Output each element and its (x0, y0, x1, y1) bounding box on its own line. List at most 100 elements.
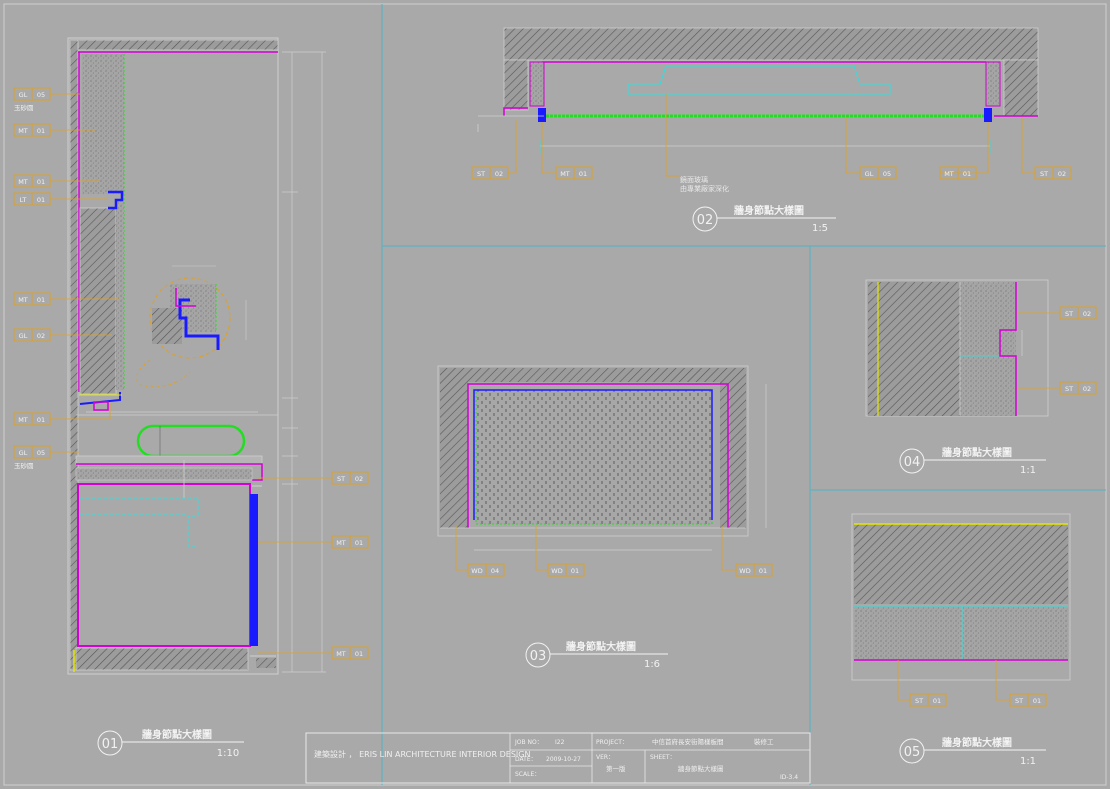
material-tag: ST 01 (995, 660, 1047, 707)
tag-subtext: 玉砂圆 (14, 461, 34, 470)
material-tag: WD 04 (455, 526, 505, 577)
tag-number: 01 (963, 170, 971, 178)
cad-drawing-sheet: GL 05玉砂圆MT 01MT 01LT 01MT 01GL 02MT 01GL 05玉砂圆ST… (3, 3, 1107, 786)
sheet-value: 牆身節點大樣圖 (678, 764, 724, 773)
tag-code: ST (1015, 697, 1023, 705)
detail-01-drawing (67, 37, 326, 675)
material-tag: ST 01 (897, 660, 947, 707)
tag-code: MT (18, 127, 28, 135)
material-tag: WD 01 (535, 526, 585, 577)
tag-number: 05 (883, 170, 891, 178)
tag-code: GL (865, 170, 874, 178)
detail-number: 05 (904, 745, 921, 760)
tag-number: 01 (759, 567, 767, 575)
tag-number: 01 (1033, 697, 1041, 705)
detail-scale: 1:1 (1020, 465, 1036, 476)
tag-code: GL (19, 332, 28, 340)
company-name: 建築設計 ， ERIS LIN ARCHITECTURE INTERIOR DE… (314, 749, 530, 759)
ver-value: 第一版 (606, 764, 626, 773)
tag-number: 01 (37, 296, 45, 304)
tag-number: 01 (37, 178, 45, 186)
date-label: DATE： (515, 756, 537, 763)
material-tag: ST 02 (471, 120, 517, 180)
tag-code: MT (18, 178, 28, 186)
tag-number: 04 (491, 567, 499, 575)
note-line-1: 鏡面玻璃 (680, 175, 708, 184)
tag-number: 02 (1083, 310, 1091, 318)
tag-number: 01 (37, 127, 45, 135)
tag-code: MT (944, 170, 954, 178)
detail-title-text: 牆身節點大樣圖 (734, 204, 804, 217)
detail-number: 01 (102, 737, 119, 752)
detail-title-05: 05 牆身節點大樣圖 1:1 (899, 736, 1046, 767)
detail-scale: 1:1 (1020, 756, 1036, 767)
date-value: 2009-10-27 (546, 756, 581, 763)
tag-code: LT (20, 196, 27, 204)
sheet-label: SHEET： (650, 754, 676, 761)
tag-subtext: 玉砂圆 (14, 103, 34, 112)
tag-number: 01 (355, 539, 363, 547)
tag-code: MT (336, 650, 346, 658)
material-tag: ST 02 (1018, 381, 1097, 395)
material-tag: MT 01 (541, 122, 593, 180)
detail-title-text: 牆身節點大樣圖 (566, 640, 636, 653)
material-tag: ST 02 (1021, 118, 1072, 180)
project-value: 中信首府長安街陽樣板間 (652, 737, 724, 746)
detail-title-text: 牆身節點大樣圖 (942, 446, 1012, 459)
tag-number: 01 (355, 650, 363, 658)
tag-code: ST (1040, 170, 1048, 178)
detail-number: 02 (697, 213, 714, 228)
detail-05-drawing (851, 513, 1071, 681)
material-tag: ST 02 (1018, 306, 1097, 320)
material-tag: LT 01 (13, 192, 108, 206)
detail-02-note: 鏡面玻璃 由專業廠家深化 (665, 94, 729, 193)
tag-code: ST (1065, 310, 1073, 318)
material-tag: ST 02 (258, 471, 369, 485)
material-tag: MT 01 (258, 535, 369, 549)
tag-code: ST (477, 170, 485, 178)
job-no-label: JOB NO： (514, 739, 543, 746)
tag-number: 01 (579, 170, 587, 178)
detail-title-03: 03 牆身節點大樣圖 1:6 (525, 640, 668, 670)
tag-number: 02 (1083, 385, 1091, 393)
tag-code: MT (18, 296, 28, 304)
material-tag: MT 01 (258, 646, 369, 660)
material-tag: MT 01 (13, 404, 111, 426)
sheet-number: ID-3.4 (780, 774, 798, 781)
note-line-2: 由專業廠家深化 (680, 184, 729, 193)
detail-title-02: 02 牆身節點大樣圖 1:5 (692, 204, 836, 234)
detail-title-text: 牆身節點大樣圖 (942, 736, 1012, 749)
detail-03-drawing (437, 365, 767, 551)
tag-number: 01 (37, 416, 45, 424)
scale-label: SCALE： (515, 771, 540, 778)
detail-04-drawing (865, 279, 1049, 417)
tag-code: MT (560, 170, 570, 178)
ver-label: VER： (596, 754, 614, 761)
tag-number: 02 (1058, 170, 1066, 178)
project-value-2: 裝修工 (754, 737, 774, 746)
tag-code: WD (739, 567, 750, 575)
tag-code: GL (19, 91, 28, 99)
detail-title-04: 04 牆身節點大樣圖 1:1 (899, 446, 1046, 476)
material-tag: GL 05 (845, 118, 897, 180)
detail-02-drawing (477, 27, 1039, 154)
tag-code: ST (337, 475, 345, 483)
project-label: PROJECT： (596, 739, 628, 746)
tag-number: 01 (571, 567, 579, 575)
tag-number: 02 (355, 475, 363, 483)
tag-code: ST (1065, 385, 1073, 393)
detail-scale: 1:6 (644, 659, 660, 670)
detail-number: 04 (904, 455, 921, 470)
tag-number: 02 (495, 170, 503, 178)
tag-number: 01 (37, 196, 45, 204)
detail-number: 03 (530, 649, 547, 664)
tag-code: MT (336, 539, 346, 547)
tag-number: 05 (37, 449, 45, 457)
detail-scale: 1:10 (217, 748, 239, 759)
material-tag: MT 01 (939, 122, 989, 180)
tag-code: WD (471, 567, 482, 575)
tag-number: 05 (37, 91, 45, 99)
tag-code: ST (915, 697, 923, 705)
detail-title-01: 01 牆身節點大樣圖 1:10 (97, 728, 244, 759)
job-no-value: I22 (555, 739, 565, 746)
